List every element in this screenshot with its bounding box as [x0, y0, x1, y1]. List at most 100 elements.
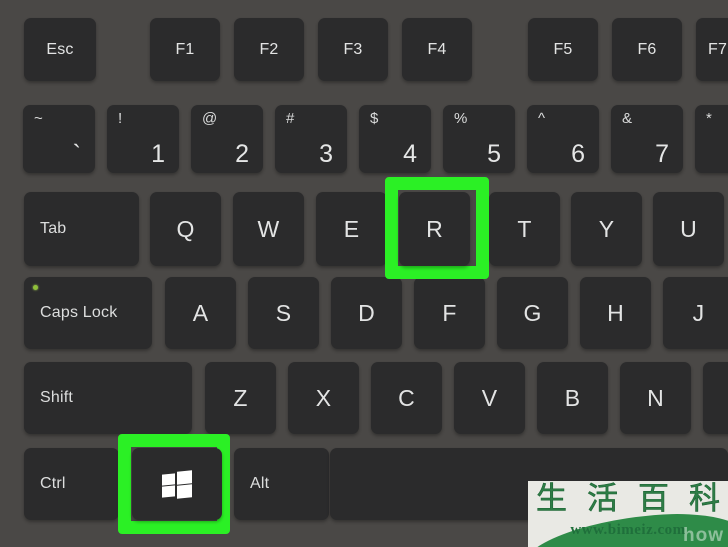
key-shift-left[interactable]: Shift [24, 362, 192, 434]
key-label: Q [176, 215, 195, 242]
key-f2[interactable]: F2 [234, 18, 304, 81]
watermark-char: 百 [638, 481, 670, 517]
key-backtick[interactable]: ~ ` [23, 105, 95, 173]
key-legend-lower: 6 [571, 140, 585, 168]
key-label: F [442, 299, 457, 326]
watermark-characters: 生 活 百 科 [536, 481, 721, 517]
key-h[interactable]: H [580, 277, 651, 349]
key-legend-lower: 4 [403, 140, 417, 168]
key-label: Tab [40, 220, 67, 237]
key-label: R [426, 215, 443, 242]
key-legend-lower: 5 [487, 140, 501, 168]
watermark-char: 活 [587, 481, 619, 517]
key-label: H [607, 299, 624, 326]
keyboard-screenshot: Esc F1 F2 F3 F4 F5 F6 F7 ~ ` ! 1 @ 2 # 3… [0, 0, 728, 547]
key-q[interactable]: Q [150, 192, 221, 266]
key-label: Alt [250, 475, 270, 492]
key-j[interactable]: J [663, 277, 728, 349]
key-6[interactable]: ^ 6 [527, 105, 599, 173]
key-f1[interactable]: F1 [150, 18, 220, 81]
key-label: C [398, 384, 415, 411]
key-m[interactable]: M [703, 362, 728, 434]
key-label: F1 [175, 40, 195, 58]
key-label: Esc [46, 40, 74, 58]
key-u[interactable]: U [653, 192, 724, 266]
key-s[interactable]: S [248, 277, 319, 349]
key-legend-lower: 7 [655, 140, 669, 168]
key-tab[interactable]: Tab [24, 192, 139, 266]
key-legend-upper: ^ [538, 110, 546, 127]
key-ctrl-left[interactable]: Ctrl [24, 448, 119, 520]
key-label: Caps Lock [40, 304, 118, 321]
key-y[interactable]: Y [571, 192, 642, 266]
key-f5[interactable]: F5 [528, 18, 598, 81]
key-label: J [692, 299, 705, 326]
key-legend-upper: ! [118, 110, 123, 127]
key-legend-upper: * [706, 110, 712, 127]
key-a[interactable]: A [165, 277, 236, 349]
key-label: F6 [637, 40, 657, 58]
key-n[interactable]: N [620, 362, 691, 434]
key-r[interactable]: R [399, 192, 470, 266]
key-7[interactable]: & 7 [611, 105, 683, 173]
key-label: D [358, 299, 375, 326]
key-esc[interactable]: Esc [24, 18, 96, 81]
key-alt-left[interactable]: Alt [234, 448, 329, 520]
key-label: Y [598, 215, 615, 242]
key-z[interactable]: Z [205, 362, 276, 434]
key-legend-upper: & [622, 110, 633, 127]
key-legend-lower: 2 [235, 140, 249, 168]
key-label: E [343, 215, 360, 242]
key-3[interactable]: # 3 [275, 105, 347, 173]
key-label: N [647, 384, 664, 411]
key-w[interactable]: W [233, 192, 304, 266]
key-f6[interactable]: F6 [612, 18, 682, 81]
key-x[interactable]: X [288, 362, 359, 434]
key-label: B [564, 384, 581, 411]
key-label: A [192, 299, 209, 326]
key-label: W [257, 215, 280, 242]
key-label: Shift [40, 389, 74, 406]
key-g[interactable]: G [497, 277, 568, 349]
key-label: F7 [708, 40, 728, 58]
key-label: X [315, 384, 332, 411]
key-f4[interactable]: F4 [402, 18, 472, 81]
key-f7[interactable]: F7 [696, 18, 728, 81]
key-legend-upper: # [286, 110, 295, 127]
key-label: S [275, 299, 292, 326]
key-t[interactable]: T [489, 192, 560, 266]
watermark-url: www.bimeiz.com [570, 522, 686, 538]
key-caps-lock[interactable]: Caps Lock [24, 277, 152, 349]
key-label: F3 [343, 40, 363, 58]
key-b[interactable]: B [537, 362, 608, 434]
key-e[interactable]: E [316, 192, 387, 266]
key-legend-upper: $ [370, 110, 379, 127]
key-label: F2 [259, 40, 279, 58]
key-legend-upper: @ [202, 110, 218, 127]
key-1[interactable]: ! 1 [107, 105, 179, 173]
key-8[interactable]: * 8 [695, 105, 728, 173]
key-label: T [517, 215, 532, 242]
key-f3[interactable]: F3 [318, 18, 388, 81]
key-label: F4 [427, 40, 447, 58]
key-f[interactable]: F [414, 277, 485, 349]
key-4[interactable]: $ 4 [359, 105, 431, 173]
key-c[interactable]: C [371, 362, 442, 434]
key-5[interactable]: % 5 [443, 105, 515, 173]
key-windows[interactable] [132, 448, 222, 520]
watermark-char: 科 [689, 481, 721, 517]
key-legend-upper: ~ [34, 110, 43, 127]
key-legend-upper: % [454, 110, 468, 127]
key-v[interactable]: V [454, 362, 525, 434]
key-legend-lower: 3 [319, 140, 333, 168]
key-label: U [680, 215, 697, 242]
key-label: Ctrl [40, 475, 66, 492]
watermark: 生 活 百 科 how www.bimeiz.com [528, 481, 728, 547]
key-d[interactable]: D [331, 277, 402, 349]
key-label: G [523, 299, 542, 326]
watermark-char: 生 [536, 481, 568, 517]
caps-lock-led-icon [33, 285, 38, 290]
key-label: V [481, 384, 498, 411]
key-2[interactable]: @ 2 [191, 105, 263, 173]
windows-logo-icon [162, 469, 192, 499]
